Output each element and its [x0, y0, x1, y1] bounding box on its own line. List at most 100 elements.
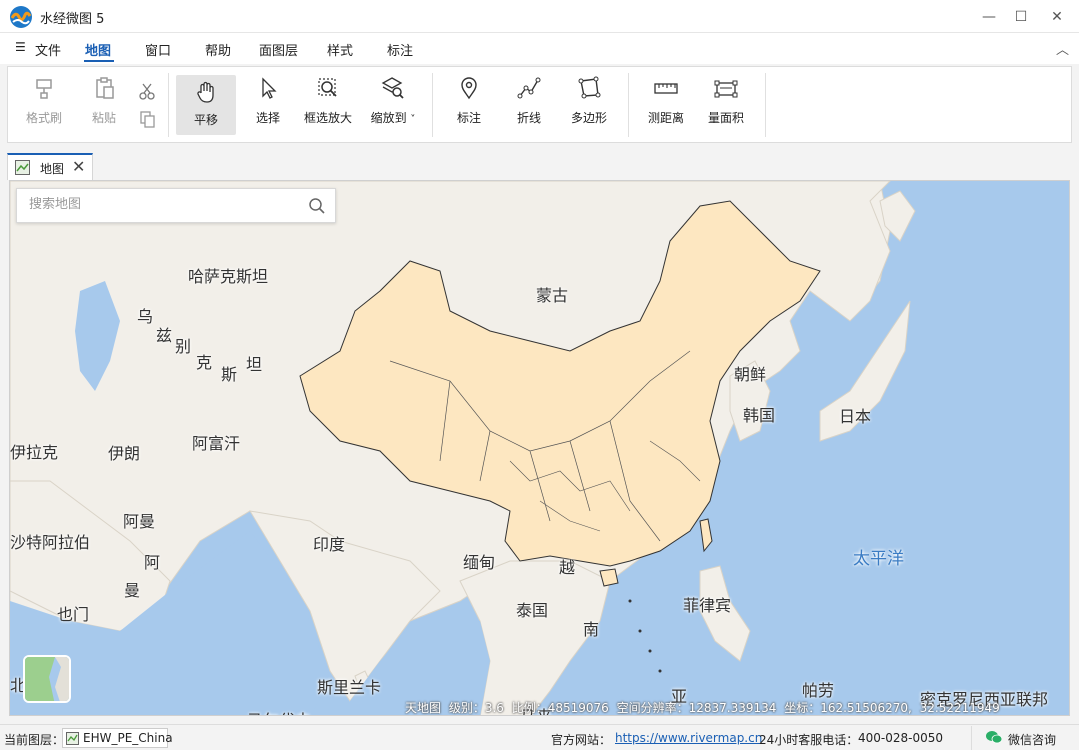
paste-label: 粘贴: [91, 111, 116, 125]
current-layer-selector[interactable]: EHW_PE_China: [62, 728, 173, 748]
measure-distance-button[interactable]: 测距离: [640, 75, 692, 135]
zoom-to-text: 缩放到: [370, 111, 407, 125]
phone-label: 24小时客服电话：: [759, 733, 859, 747]
measure-area-button[interactable]: 量面积: [700, 75, 752, 135]
phone-number: 400-028-0050: [858, 731, 944, 745]
minimize-icon: —: [982, 8, 996, 25]
minimize-button[interactable]: —: [971, 0, 1007, 33]
zoom-to-label: 缩放到 ˅: [371, 109, 416, 126]
menu-label[interactable]: 标注: [387, 40, 413, 59]
map-search-input[interactable]: [29, 197, 299, 212]
polygon-button[interactable]: 多边形: [565, 75, 613, 135]
map-label-uzbekistan-6: 坦: [246, 355, 263, 374]
map-label-mongolia: 蒙古: [536, 286, 569, 305]
menu-window[interactable]: 窗口: [145, 40, 171, 59]
map-label-arab-2: 曼: [124, 581, 141, 600]
map-label-uzbekistan-4: 克: [196, 353, 213, 372]
document-tab-bar: 地图 ✕: [0, 150, 1079, 180]
current-layer-value: EHW_PE_China: [83, 731, 173, 745]
collapse-ribbon-button[interactable]: ︿: [1056, 39, 1069, 58]
map-label-iraq: 伊拉克: [10, 443, 59, 462]
measure-distance-label: 测距离: [647, 111, 684, 125]
format-brush-label: 格式刷: [25, 111, 62, 125]
chevron-down-icon[interactable]: ˅: [410, 114, 415, 125]
map-label-oman: 阿曼: [123, 512, 156, 531]
map-label-philippines: 菲律宾: [683, 596, 732, 615]
map-tab-icon: [15, 160, 30, 175]
select-button[interactable]: 选择: [244, 75, 292, 135]
map-label-uzbekistan-1: 乌: [137, 307, 154, 326]
menu-help[interactable]: 帮助: [205, 40, 231, 59]
hand-icon: [197, 81, 214, 103]
map-search-box: [16, 188, 336, 223]
basemap: [10, 181, 916, 715]
zoom-box-button[interactable]: 框选放大: [300, 75, 356, 135]
polyline-icon: [517, 77, 541, 99]
close-icon: ✕: [1051, 8, 1063, 25]
ribbon-toolbar: 格式刷 粘贴 平移 选择 框选放大 缩放到 ˅ 标注 折线 多边形 测距离 量面…: [7, 66, 1072, 143]
menu-polygon-layer[interactable]: 面图层: [259, 40, 298, 59]
status-bar: 当前图层： EHW_PE_China 官方网站： https://www.riv…: [0, 724, 1079, 750]
app-title: 水经微图 5: [40, 12, 105, 27]
copy-icon[interactable]: [137, 109, 157, 129]
map-label-uzbekistan-2: 兹: [156, 326, 173, 345]
ribbon-separator: [628, 73, 629, 137]
map-label-kazakhstan: 哈萨克斯坦: [188, 267, 269, 286]
tab-map-label: 地图: [40, 162, 65, 176]
annotate-button[interactable]: 标注: [445, 75, 493, 135]
zoom-box-icon: [318, 78, 337, 97]
cursor-icon: [262, 77, 277, 99]
menu-map[interactable]: 地图: [85, 40, 111, 59]
polygon-label: 多边形: [570, 111, 607, 125]
map-label-vietnam-2: 南: [583, 620, 600, 639]
map-label-afghanistan: 阿富汗: [192, 434, 241, 453]
wechat-label: 微信咨询: [1008, 733, 1057, 747]
ribbon-separator: [168, 73, 169, 137]
website-label: 官方网站：: [551, 733, 612, 747]
wechat-consult-button[interactable]: 微信咨询: [971, 726, 1079, 750]
map-label-arab-1: 阿: [144, 553, 161, 572]
hamburger-menu-icon[interactable]: ☰: [15, 40, 26, 54]
basemap-switcher[interactable]: [23, 655, 71, 703]
map-label-maldives: 马尔代夫: [247, 707, 311, 715]
menu-style[interactable]: 样式: [327, 40, 353, 59]
pin-icon: [461, 77, 477, 100]
map-label-uzbekistan-3: 别: [175, 337, 192, 356]
pan-button[interactable]: 平移: [176, 75, 236, 135]
map-info-bar: 天地图 级别：3.6 比例：48519076 空间分辨率：12837.33913…: [405, 701, 1000, 715]
area-icon: [714, 80, 738, 98]
close-tab-icon[interactable]: ✕: [72, 157, 85, 176]
maximize-icon: ☐: [1014, 8, 1028, 25]
polyline-button[interactable]: 折线: [505, 75, 553, 135]
map-label-uzbekistan-5: 斯: [221, 365, 238, 384]
paste-icon: [96, 77, 114, 99]
select-label: 选择: [255, 111, 280, 125]
map-canvas[interactable]: 哈萨克斯坦 蒙古 乌 兹 别 克 斯 坦 伊朗 伊拉克 阿富汗 阿曼 沙特阿拉伯…: [9, 180, 1070, 716]
current-layer-label: 当前图层：: [4, 733, 65, 747]
map-label-sri-lanka: 斯里兰卡: [317, 678, 382, 697]
website-link[interactable]: https://www.rivermap.cn: [615, 731, 762, 745]
menu-file[interactable]: 文件: [35, 40, 61, 59]
map-label-india: 印度: [313, 535, 346, 554]
map-label-palau: 帕劳: [802, 681, 835, 700]
ribbon-separator: [432, 73, 433, 137]
title-bar: 水经微图 5 — ☐ ✕: [0, 0, 1079, 33]
paste-button[interactable]: 粘贴: [80, 75, 128, 135]
layer-icon: [66, 732, 79, 745]
annotate-label: 标注: [456, 111, 481, 125]
map-label-south-korea: 韩国: [743, 406, 776, 425]
menu-bar: ☰ 文件 地图 窗口 帮助 面图层 样式 标注 ︿: [0, 33, 1079, 64]
zoom-to-button[interactable]: 缩放到 ˅: [364, 75, 422, 135]
polyline-label: 折线: [516, 111, 541, 125]
cut-icon[interactable]: [137, 81, 157, 101]
search-icon[interactable]: [308, 197, 326, 215]
maximize-button[interactable]: ☐: [1003, 0, 1039, 33]
zoom-to-icon: [381, 77, 404, 99]
map-label-vietnam-1: 越: [559, 558, 576, 577]
close-button[interactable]: ✕: [1039, 0, 1075, 33]
map-label-japan: 日本: [839, 407, 872, 426]
polygon-icon: [578, 76, 601, 99]
map-label-north-korea: 朝鲜: [734, 365, 767, 384]
format-brush-button[interactable]: 格式刷: [20, 75, 68, 135]
tab-map[interactable]: 地图 ✕: [7, 153, 93, 180]
